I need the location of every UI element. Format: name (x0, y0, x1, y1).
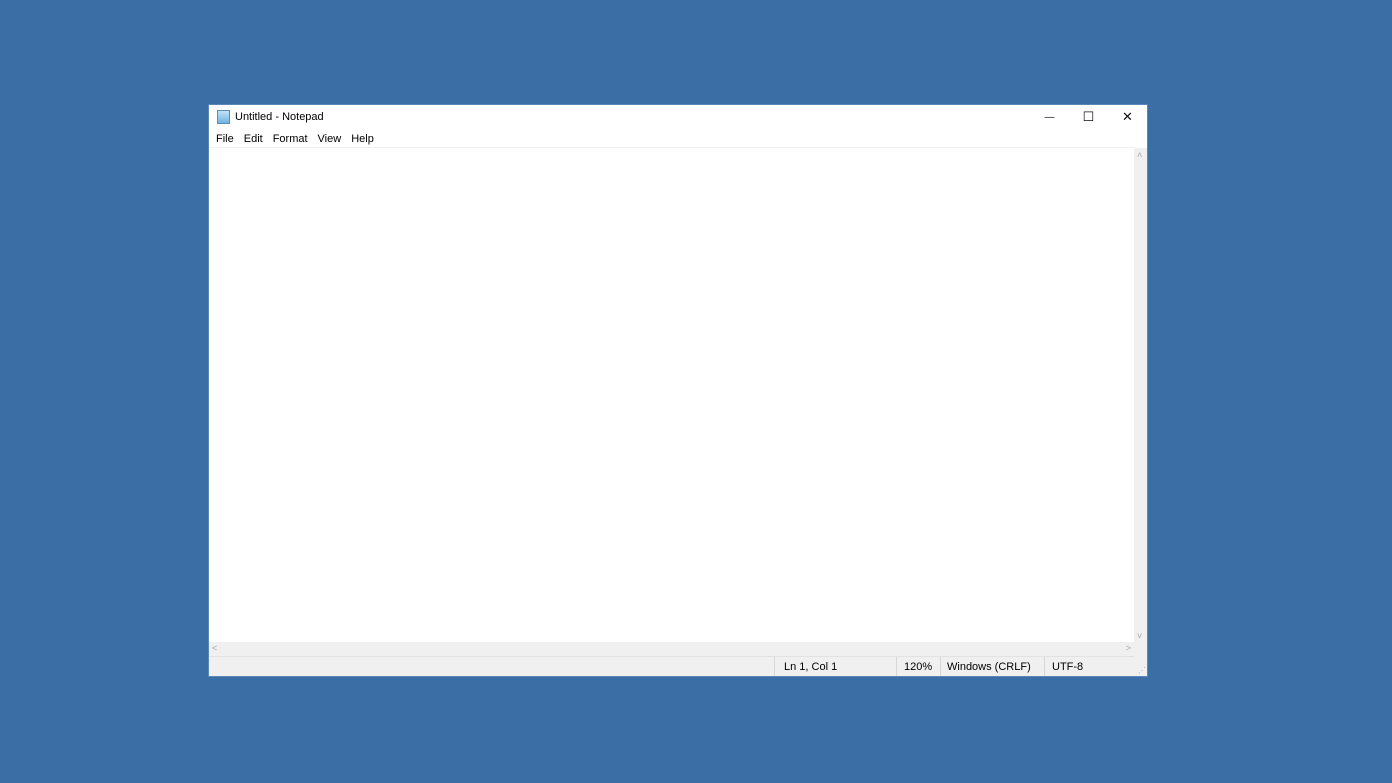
maximize-icon: ☐ (1082, 109, 1095, 124)
close-icon: ✕ (1122, 109, 1133, 124)
minimize-button[interactable]: — (1030, 105, 1069, 129)
close-button[interactable]: ✕ (1108, 105, 1147, 129)
vertical-scrollbar[interactable]: ˄ ˅ (1134, 148, 1147, 643)
text-area[interactable] (209, 148, 1135, 644)
text-editor (209, 147, 1135, 644)
status-encoding: UTF-8 (1044, 657, 1147, 676)
menu-format[interactable]: Format (268, 133, 313, 145)
scroll-up-icon[interactable]: ˄ (1137, 150, 1142, 160)
menu-bar: File Edit Format View Help (209, 130, 379, 148)
title-bar[interactable]: Untitled - Notepad — ☐ ✕ (209, 105, 1147, 129)
notepad-window: Untitled - Notepad — ☐ ✕ File Edit Forma… (208, 104, 1148, 677)
status-position: Ln 1, Col 1 (774, 657, 896, 676)
notepad-icon (217, 110, 230, 124)
menu-file[interactable]: File (211, 133, 239, 145)
scroll-down-icon[interactable]: ˅ (1137, 631, 1142, 641)
maximize-button[interactable]: ☐ (1069, 105, 1108, 129)
resize-grip-icon[interactable]: ⋰ (1138, 666, 1146, 675)
menu-edit[interactable]: Edit (239, 133, 268, 145)
scroll-left-icon[interactable]: < (212, 643, 217, 653)
status-bar: Ln 1, Col 1 120% Windows (CRLF) UTF-8 ⋰ (209, 657, 1147, 676)
menu-help[interactable]: Help (346, 133, 379, 145)
horizontal-scrollbar[interactable]: < > (209, 642, 1135, 657)
status-line-ending: Windows (CRLF) (940, 657, 1044, 676)
status-zoom: 120% (896, 657, 940, 676)
scrollbar-corner (1134, 643, 1147, 657)
minimize-icon: — (1044, 111, 1055, 123)
menu-view[interactable]: View (313, 133, 347, 145)
scroll-right-icon[interactable]: > (1126, 643, 1131, 653)
window-title: Untitled - Notepad (235, 111, 324, 123)
